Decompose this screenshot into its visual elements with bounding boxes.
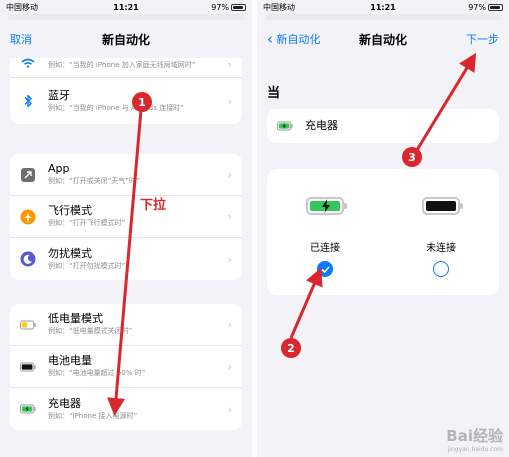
- radio-checked-icon[interactable]: [317, 261, 333, 277]
- list-item-charger: 充电器: [267, 109, 499, 143]
- list-item-example: 例如：“低电量模式关闭时”: [48, 327, 133, 335]
- option-label: 已连接: [310, 243, 340, 254]
- app-icon: [20, 167, 36, 183]
- list-item-battery-level[interactable]: 电池电量 例如：“电池电量超过 50% 时” ›: [10, 346, 242, 388]
- list-item-title: 充电器: [48, 396, 81, 410]
- trigger-group-connectivity: 例如：“当我的 iPhone 加入家庭无线局域网时” › 蓝牙 例如：“当我的 …: [10, 46, 242, 124]
- charging-battery-icon: [306, 197, 347, 215]
- list-item-example: 例如：“iPhone 接入电源时”: [48, 411, 138, 420]
- list-item-title: 飞行模式: [48, 204, 92, 217]
- charger-icon: [20, 401, 36, 417]
- option-label: 未连接: [426, 243, 456, 254]
- back-button[interactable]: ‹ 新自动化: [267, 30, 321, 48]
- trigger-group-battery: 低电量模式 例如：“低电量模式关闭时” › 电池电量 例如：“电池电量超过 50…: [10, 304, 242, 430]
- back-button-label: 新自动化: [276, 33, 321, 46]
- charger-icon: [277, 118, 293, 134]
- list-item-example: 例如：“当我的 iPhone 加入家庭无线局域网时”: [48, 61, 196, 69]
- status-time: 11:21: [370, 2, 396, 12]
- watermark-url: jingyan.baidu.com: [447, 446, 503, 453]
- list-item-bluetooth[interactable]: 蓝牙 例如：“当我的 iPhone 与 AirPods 连接时” ›: [10, 78, 242, 124]
- watermark-brand: Bai经验: [446, 427, 503, 445]
- chevron-right-icon: ›: [227, 168, 232, 181]
- section-heading: 当: [267, 86, 281, 101]
- left-screen: 中国移动 11:21 97% 取消 新自动化 例如：“当我的 iPhone 加入…: [0, 0, 252, 457]
- radio-unchecked-icon[interactable]: [433, 261, 449, 277]
- chevron-right-icon: ›: [227, 210, 232, 223]
- step-1-marker: 1: [132, 92, 152, 112]
- airplane-icon: [20, 209, 36, 225]
- chevron-right-icon: ›: [227, 94, 232, 108]
- moon-icon: [20, 251, 36, 267]
- battery-full-icon: [422, 197, 463, 215]
- list-item-title: 充电器: [305, 119, 338, 132]
- right-screen: 中国移动 11:21 97% ‹ 新自动化 新自动化 下一步 当 充电器 已连接: [257, 0, 509, 457]
- trigger-group-settings: App 例如：“打开或关闭“天气”时” › 飞行模式 例如：“打开飞行模式时” …: [10, 154, 242, 280]
- pull-down-note: 下拉: [140, 198, 167, 213]
- chevron-right-icon: ›: [227, 360, 232, 373]
- chevron-right-icon: ›: [227, 58, 232, 71]
- list-item-low-power-mode[interactable]: 低电量模式 例如：“低电量模式关闭时” ›: [10, 304, 242, 346]
- charger-state-card: 已连接 未连接: [267, 169, 499, 295]
- list-item-example: 例如：“打开飞行模式时”: [48, 219, 126, 227]
- nav-bar: ‹ 新自动化 新自动化 下一步: [257, 20, 509, 58]
- list-item-app[interactable]: App 例如：“打开或关闭“天气”时” ›: [10, 154, 242, 196]
- list-item-wifi[interactable]: 例如：“当我的 iPhone 加入家庭无线局域网时” ›: [10, 46, 242, 78]
- list-item-charger[interactable]: 充电器 例如：“iPhone 接入电源时” ›: [10, 388, 242, 430]
- list-item-title: 电池电量: [48, 354, 92, 367]
- next-button[interactable]: 下一步: [466, 31, 499, 47]
- list-item-example: 例如：“电池电量超过 50% 时”: [48, 369, 146, 377]
- chevron-right-icon: ›: [227, 318, 232, 331]
- battery-icon: [231, 3, 246, 11]
- list-item-do-not-disturb[interactable]: 勿扰模式 例如：“打开勿扰模式时” ›: [10, 238, 242, 280]
- cancel-button[interactable]: 取消: [10, 31, 32, 47]
- list-item-airplane-mode[interactable]: 飞行模式 例如：“打开飞行模式时” ›: [10, 196, 242, 238]
- option-disconnected[interactable]: 未连接: [396, 197, 486, 295]
- list-item-example: 例如：“打开勿扰模式时”: [48, 261, 126, 270]
- low-power-battery-icon: [20, 317, 36, 333]
- list-item-example: 例如：“打开或关闭“天气”时”: [48, 177, 140, 185]
- page-title: 新自动化: [101, 32, 150, 47]
- chevron-right-icon: ›: [227, 252, 232, 266]
- bluetooth-icon: [20, 93, 36, 109]
- status-time: 11:21: [113, 2, 139, 12]
- battery-level-icon: [20, 359, 36, 375]
- step-2-marker: 2: [281, 338, 301, 358]
- status-bar: 中国移动 11:21 97%: [0, 0, 252, 14]
- chevron-right-icon: ›: [227, 402, 232, 416]
- list-item-title: 低电量模式: [48, 312, 103, 325]
- step-3-marker: 3: [402, 147, 422, 167]
- status-bar: 中国移动 11:21 97%: [257, 0, 509, 14]
- watermark: Bai经验 jingyan.baidu.com: [446, 425, 503, 453]
- wifi-icon: [20, 55, 36, 71]
- list-item-title: 勿扰模式: [48, 246, 92, 260]
- selected-trigger: 充电器: [267, 109, 499, 143]
- battery-icon: [488, 3, 503, 11]
- option-connected[interactable]: 已连接: [280, 197, 370, 295]
- chevron-left-icon: ‹: [267, 30, 273, 48]
- list-item-title: App: [48, 162, 70, 175]
